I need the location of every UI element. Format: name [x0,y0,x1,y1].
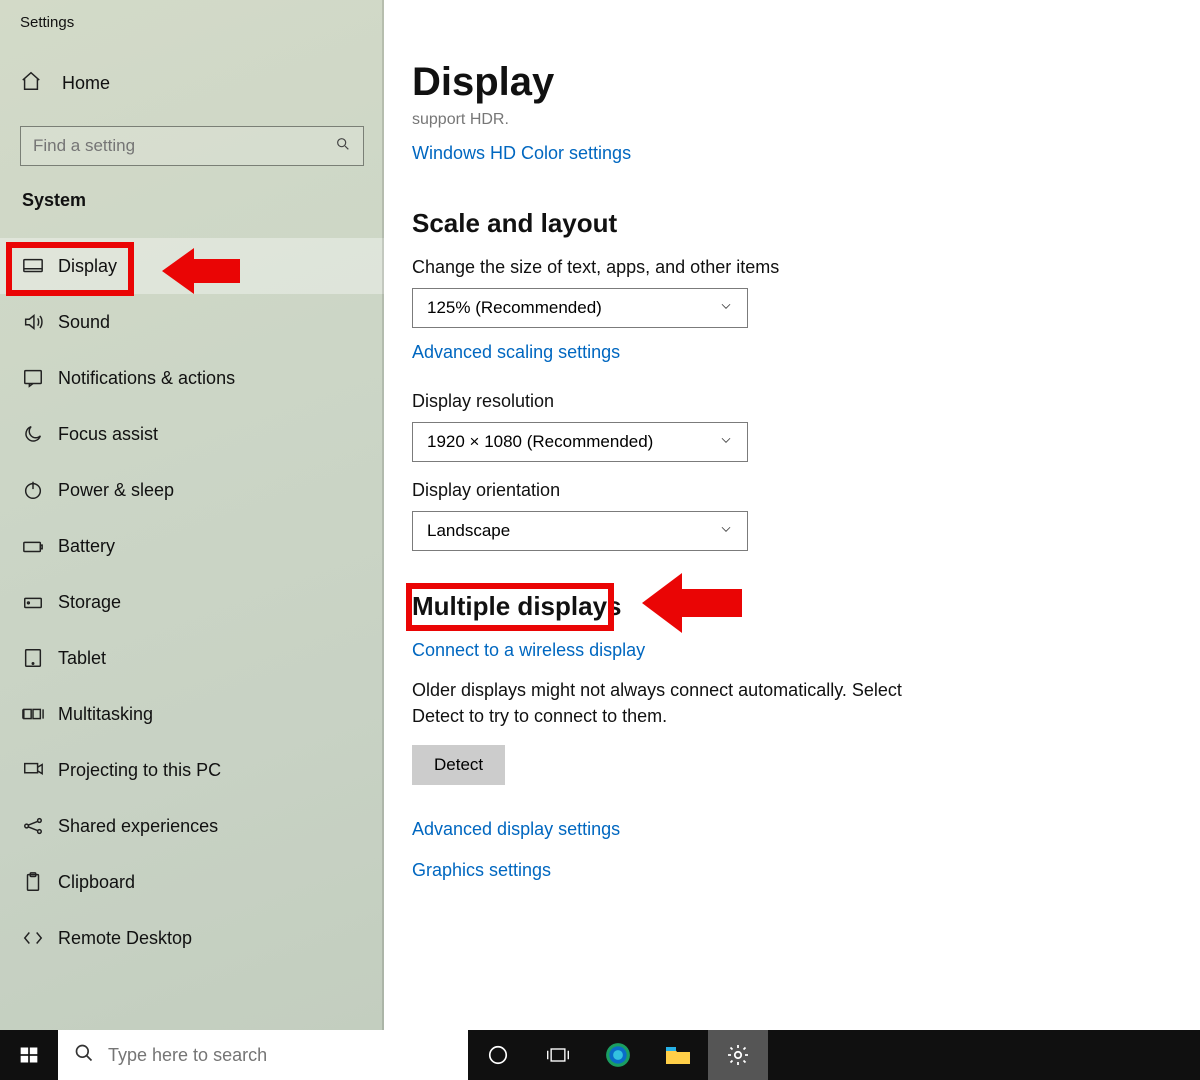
sidebar-section-label: System [22,190,86,211]
home-icon [20,70,48,97]
multitasking-icon [22,703,52,725]
sidebar-item-label: Display [58,256,117,277]
taskbar-search[interactable] [58,1030,468,1080]
taskbar-file-explorer[interactable] [648,1030,708,1080]
sidebar-item-notifications[interactable]: Notifications & actions [0,350,384,406]
gear-icon [726,1043,750,1067]
sidebar-item-tablet[interactable]: Tablet [0,630,384,686]
label-orientation: Display orientation [412,480,1200,501]
sidebar-item-focus-assist[interactable]: Focus assist [0,406,384,462]
chevron-down-icon [719,298,733,318]
sidebar-item-label: Clipboard [58,872,135,893]
detect-button[interactable]: Detect [412,745,505,785]
moon-icon [22,423,52,445]
search-icon [335,136,351,156]
battery-icon [22,535,52,557]
sidebar-item-storage[interactable]: Storage [0,574,384,630]
heading-multiple-displays: Multiple displays [412,591,622,622]
start-button[interactable] [0,1030,58,1080]
sidebar-item-shared-experiences[interactable]: Shared experiences [0,798,384,854]
taskbar-task-view[interactable] [528,1030,588,1080]
window-title: Settings [20,14,74,31]
sidebar-item-label: Storage [58,592,121,613]
tablet-icon [22,647,52,669]
clipboard-icon [22,871,52,893]
sidebar-item-label: Focus assist [58,424,158,445]
shared-icon [22,815,52,837]
folder-icon [665,1044,691,1066]
taskbar [0,1030,1200,1080]
windows-logo-icon [19,1045,39,1065]
sound-icon [22,311,52,333]
sidebar-item-multitasking[interactable]: Multitasking [0,686,384,742]
edge-icon [605,1042,631,1068]
cortana-circle-icon [487,1044,509,1066]
sidebar-item-power-sleep[interactable]: Power & sleep [0,462,384,518]
sidebar-item-sound[interactable]: Sound [0,294,384,350]
settings-sidebar: Settings Home System Display So [0,0,384,1030]
sidebar-item-display[interactable]: Display [0,238,384,294]
taskbar-settings[interactable] [708,1030,768,1080]
chevron-down-icon [719,521,733,541]
heading-scale-layout: Scale and layout [412,208,1200,239]
label-resolution: Display resolution [412,391,1200,412]
link-advanced-display-settings[interactable]: Advanced display settings [412,819,620,840]
sidebar-item-remote-desktop[interactable]: Remote Desktop [0,910,384,966]
label-scale: Change the size of text, apps, and other… [412,257,1200,278]
dropdown-scale-value: 125% (Recommended) [427,298,602,318]
power-icon [22,479,52,501]
link-connect-wireless-display[interactable]: Connect to a wireless display [412,640,645,661]
sidebar-item-projecting[interactable]: Projecting to this PC [0,742,384,798]
sidebar-item-label: Battery [58,536,115,557]
projecting-icon [22,759,52,781]
taskbar-edge[interactable] [588,1030,648,1080]
sidebar-item-label: Notifications & actions [58,368,235,389]
page-title: Display [412,60,1200,105]
dropdown-scale[interactable]: 125% (Recommended) [412,288,748,328]
link-advanced-scaling[interactable]: Advanced scaling settings [412,342,620,363]
storage-icon [22,591,52,613]
sidebar-menu: Display Sound Notifications & actions Fo… [0,238,384,966]
taskbar-search-input[interactable] [108,1045,468,1066]
dropdown-orientation-value: Landscape [427,521,510,541]
sidebar-item-battery[interactable]: Battery [0,518,384,574]
chevron-down-icon [719,432,733,452]
remote-icon [22,927,52,949]
sidebar-item-label: Power & sleep [58,480,174,501]
display-icon [22,255,52,277]
find-setting-input[interactable] [33,136,335,156]
sidebar-item-label: Projecting to this PC [58,760,221,781]
link-graphics-settings[interactable]: Graphics settings [412,860,551,881]
sidebar-home[interactable]: Home [20,70,110,97]
hdr-partial-text: support HDR. [412,111,1200,129]
taskbar-icons [468,1030,768,1080]
sidebar-item-label: Multitasking [58,704,153,725]
link-hd-color-settings[interactable]: Windows HD Color settings [412,143,631,164]
main-content: Display support HDR. Windows HD Color se… [384,0,1200,1030]
dropdown-orientation[interactable]: Landscape [412,511,748,551]
sidebar-item-label: Shared experiences [58,816,218,837]
find-setting-search[interactable] [20,126,364,166]
notifications-icon [22,367,52,389]
sidebar-item-clipboard[interactable]: Clipboard [0,854,384,910]
sidebar-item-label: Sound [58,312,110,333]
text-detect-note: Older displays might not always connect … [412,677,952,729]
taskbar-cortana[interactable] [468,1030,528,1080]
search-icon [74,1043,94,1068]
sidebar-item-label: Remote Desktop [58,928,192,949]
task-view-icon [546,1045,570,1065]
sidebar-home-label: Home [62,73,110,94]
sidebar-item-label: Tablet [58,648,106,669]
dropdown-resolution[interactable]: 1920 × 1080 (Recommended) [412,422,748,462]
dropdown-resolution-value: 1920 × 1080 (Recommended) [427,432,653,452]
